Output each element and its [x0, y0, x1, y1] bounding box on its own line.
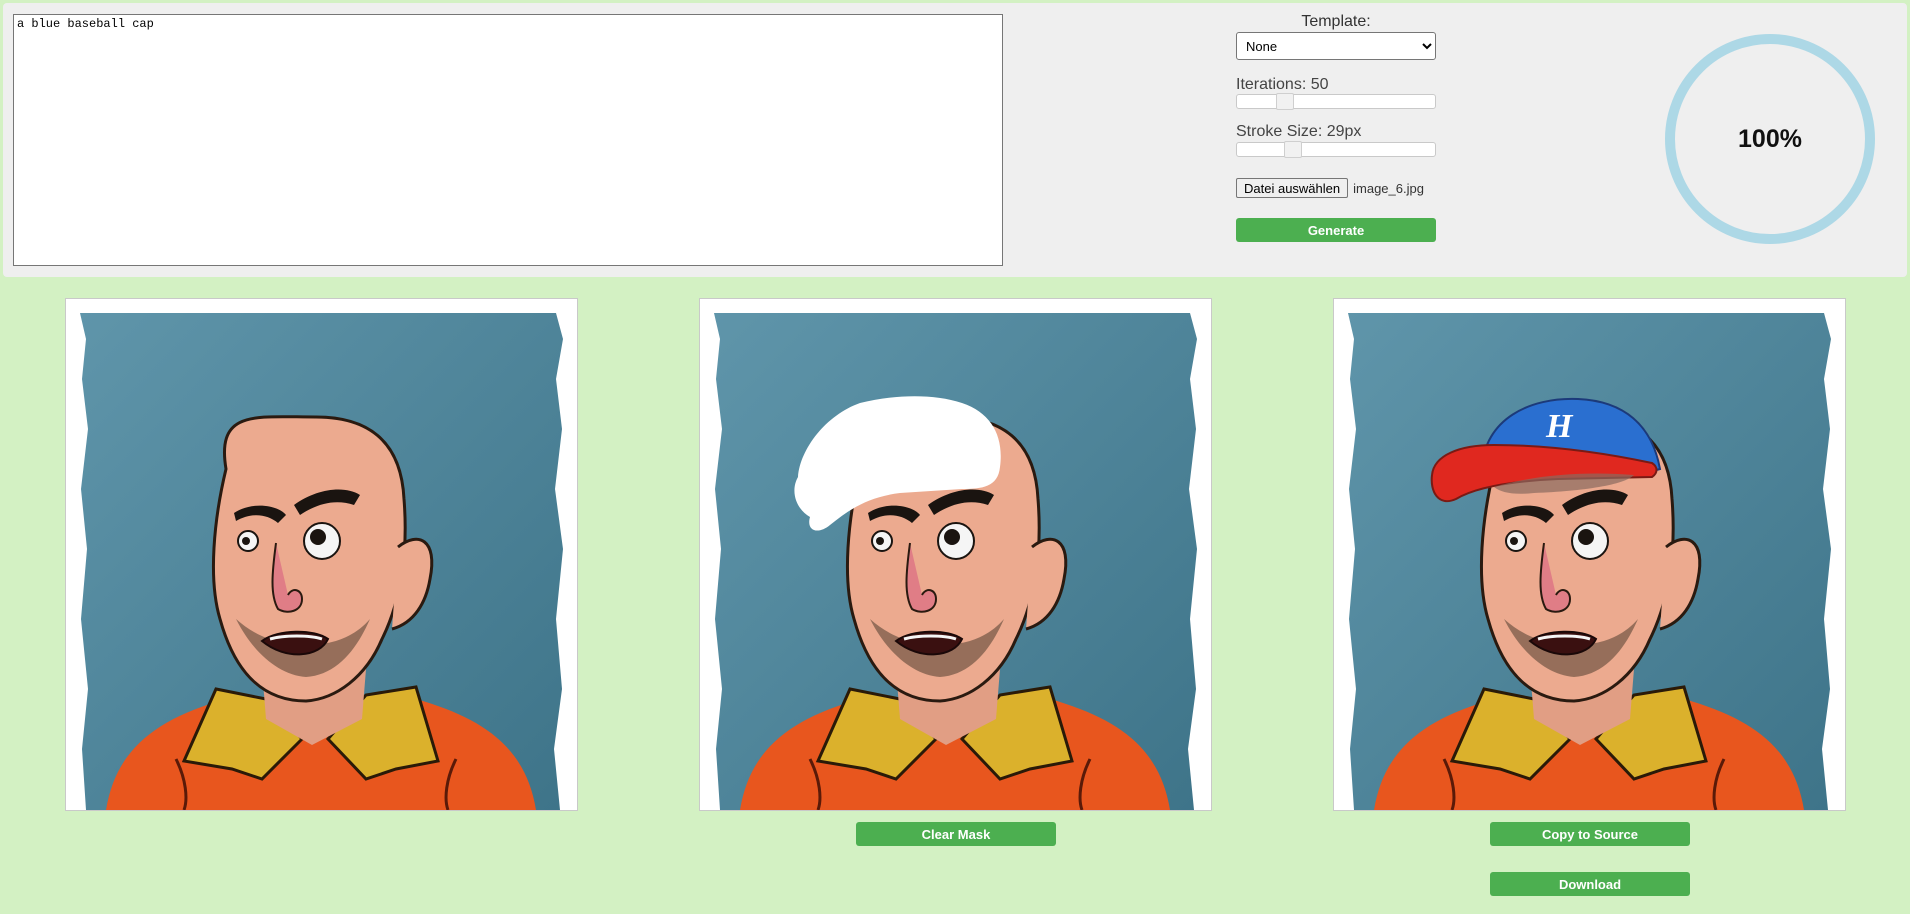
result-image-panel: H: [1333, 298, 1846, 811]
iterations-slider-thumb[interactable]: [1276, 93, 1294, 110]
result-image: H: [1334, 299, 1845, 810]
generate-button[interactable]: Generate: [1236, 218, 1436, 242]
clear-mask-button[interactable]: Clear Mask: [856, 822, 1056, 846]
source-image-panel: [65, 298, 578, 811]
download-button[interactable]: Download: [1490, 872, 1690, 896]
selected-file-name: image_6.jpg: [1353, 180, 1424, 196]
iterations-slider-track: [1236, 94, 1436, 109]
stroke-size-slider-track: [1236, 142, 1436, 157]
source-image: [66, 299, 577, 810]
progress-indicator: 100%: [1664, 33, 1876, 245]
mask-canvas[interactable]: [700, 299, 1211, 810]
progress-percent-text: 100%: [1738, 125, 1802, 153]
mask-canvas-panel[interactable]: [699, 298, 1212, 811]
file-chooser: Datei auswählen image_6.jpg: [1236, 178, 1424, 198]
iterations-slider[interactable]: [1236, 93, 1436, 110]
copy-to-source-button[interactable]: Copy to Source: [1490, 822, 1690, 846]
stroke-size-label: Stroke Size: 29px: [1236, 123, 1362, 140]
choose-file-button[interactable]: Datei auswählen: [1236, 178, 1349, 198]
cap-letter: H: [1545, 408, 1574, 445]
prompt-input[interactable]: a blue baseball cap: [13, 14, 1003, 266]
stroke-size-slider[interactable]: [1236, 141, 1436, 158]
template-select[interactable]: None: [1236, 32, 1436, 60]
stroke-size-slider-thumb[interactable]: [1284, 141, 1302, 158]
iterations-label: Iterations: 50: [1236, 76, 1329, 93]
template-label: Template:: [1301, 13, 1371, 30]
